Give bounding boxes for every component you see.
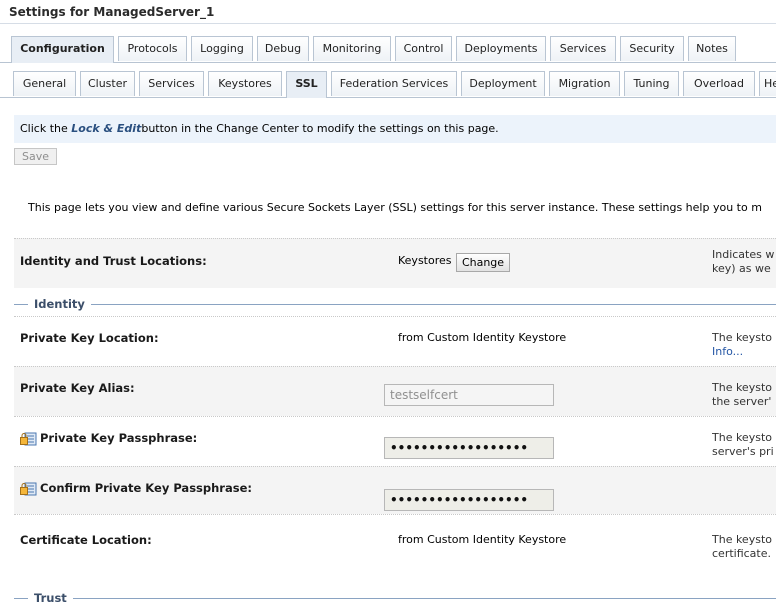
cert-location-label: Certificate Location: (20, 533, 152, 547)
pk-location-help-line1: The keysto (712, 331, 772, 344)
tab-logging[interactable]: Logging (191, 36, 253, 61)
cert-location-help-line2: certificate. (712, 547, 772, 560)
page-description: This page lets you view and define vario… (28, 201, 762, 214)
subtab-keystores[interactable]: Keystores (208, 71, 282, 96)
subtab-overload[interactable]: Overload (683, 71, 755, 96)
identity-section-header: Identity (14, 297, 776, 311)
subtab-migration[interactable]: Migration (549, 71, 620, 96)
pk-confirm-label-wrap: Confirm Private Key Passphrase: (20, 481, 252, 496)
row-private-key-location: Private Key Location: from Custom Identi… (14, 316, 776, 366)
subtab-federation-services[interactable]: Federation Services (331, 71, 457, 96)
page-title: Settings for ManagedServer_1 (0, 0, 776, 24)
subtab-ssl[interactable]: SSL (286, 71, 327, 98)
row-certificate-location: Certificate Location: from Custom Identi… (14, 514, 776, 584)
secondary-tab-bar: General Cluster Services Keystores SSL F… (0, 71, 776, 98)
subtab-deployment[interactable]: Deployment (461, 71, 545, 96)
tab-security[interactable]: Security (620, 36, 684, 61)
lock-edit-emphasis: Lock & Edit (71, 122, 142, 135)
tab-services[interactable]: Services (550, 36, 616, 61)
subtab-cluster[interactable]: Cluster (80, 71, 135, 96)
pk-alias-label: Private Key Alias: (20, 381, 135, 395)
identity-trust-help-line2: key) as we (712, 262, 771, 275)
section-divider (14, 304, 776, 305)
trust-section-header: Trust (14, 591, 776, 605)
pk-alias-help-line1: The keysto (712, 381, 772, 394)
pk-pass-label-wrap: Private Key Passphrase: (20, 431, 197, 446)
cert-location-help: The keysto certificate. (712, 533, 776, 561)
pk-pass-help-line2: server's pri (712, 445, 774, 458)
tab-debug[interactable]: Debug (257, 36, 309, 61)
tab-control[interactable]: Control (395, 36, 452, 61)
cert-location-help-line1: The keysto (712, 533, 772, 546)
encrypted-field-icon (20, 482, 37, 496)
identity-section-title: Identity (28, 297, 91, 311)
cert-location-value: from Custom Identity Keystore (398, 533, 567, 546)
trust-section-title: Trust (28, 591, 73, 605)
row-identity-trust-locations: Identity and Trust Locations: Keystores … (14, 238, 776, 288)
tab-protocols[interactable]: Protocols (118, 36, 187, 61)
pk-alias-help: The keysto the server' (712, 381, 776, 409)
tab-configuration[interactable]: Configuration (11, 36, 114, 63)
more-info-link[interactable]: Info... (712, 345, 776, 359)
pk-pass-help-line1: The keysto (712, 431, 772, 444)
subtab-tuning[interactable]: Tuning (624, 71, 679, 96)
notice-suffix: button in the Change Center to modify th… (141, 122, 499, 135)
encrypted-field-icon (20, 432, 37, 446)
change-center-notice: Click the Lock & Editbutton in the Chang… (14, 115, 776, 143)
change-button[interactable]: Change (456, 253, 510, 272)
confirm-passphrase-field[interactable]: •••••••••••••••••• (384, 489, 554, 511)
tab-deployments[interactable]: Deployments (456, 36, 546, 61)
identity-trust-help: Indicates w key) as we (712, 248, 776, 276)
pk-alias-help-line2: the server' (712, 395, 772, 408)
private-key-passphrase-field[interactable]: •••••••••••••••••• (384, 437, 554, 459)
section-divider (14, 598, 776, 599)
notice-prefix: Click the (20, 122, 72, 135)
private-key-alias-field[interactable]: testselfcert (384, 384, 554, 406)
pk-pass-help: The keysto server's pri (712, 431, 776, 459)
identity-trust-value: Keystores (398, 254, 452, 267)
pk-pass-label: Private Key Passphrase: (40, 431, 198, 445)
pk-location-help: The keysto Info... (712, 331, 776, 359)
save-button[interactable]: Save (14, 148, 57, 165)
subtab-services[interactable]: Services (139, 71, 204, 96)
subtab-general[interactable]: General (13, 71, 76, 96)
primary-tab-bar: Configuration Protocols Logging Debug Mo… (0, 36, 776, 63)
identity-trust-label: Identity and Trust Locations: (20, 254, 207, 268)
subtab-health[interactable]: He (759, 71, 776, 96)
pk-location-label: Private Key Location: (20, 331, 159, 345)
pk-confirm-label: Confirm Private Key Passphrase: (40, 481, 252, 495)
pk-location-value: from Custom Identity Keystore (398, 331, 567, 344)
tab-notes[interactable]: Notes (688, 36, 736, 61)
tab-monitoring[interactable]: Monitoring (313, 36, 391, 61)
identity-trust-help-line1: Indicates w (712, 248, 775, 261)
